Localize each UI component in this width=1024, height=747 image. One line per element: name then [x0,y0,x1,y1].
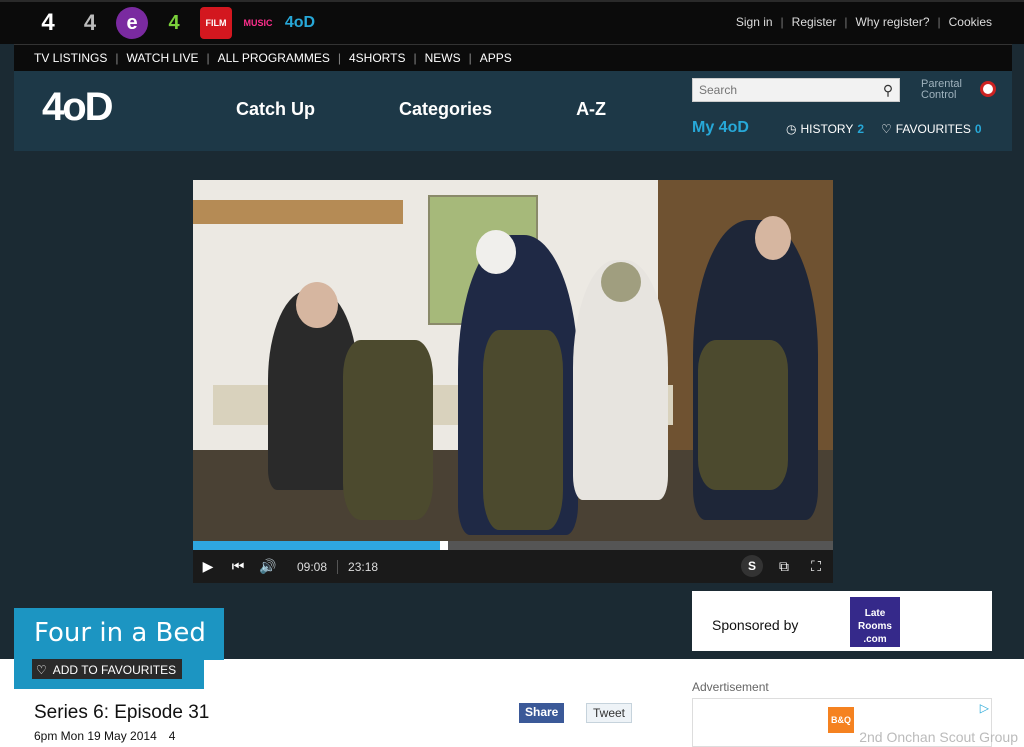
4od-logo[interactable]: 4oD [42,85,114,130]
progress-fill [193,541,444,550]
sponsor-label: Sponsored by [712,617,799,633]
tweet-button[interactable]: Tweet [586,703,633,723]
favourites-count: 0 [974,122,982,136]
popout-icon[interactable]: ⧉ [773,555,795,577]
scene-camo-jacket [483,330,563,530]
search-input[interactable] [693,83,877,97]
4od-header: 4oD Catch Up Categories A-Z ⚲ Parental C… [14,71,1012,151]
my-4od-link[interactable]: My 4oD [692,119,749,137]
film4-icon[interactable]: FILM [200,7,232,39]
divider: | [780,15,784,29]
air-date: 6pm Mon 19 May 2014 [34,729,157,743]
site-nav: TV LISTINGS | WATCH LIVE | ALL PROGRAMME… [14,44,1012,71]
sign-in-link[interactable]: Sign in [736,15,773,29]
scene-head [296,282,338,328]
programme-title: Four in a Bed [34,618,206,648]
play-icon[interactable]: ▶ [193,558,223,575]
parental-label-2: Control [921,89,957,101]
account-links: Sign in | Register | Why register? | Coo… [736,15,992,29]
main-nav: Catch Up Categories A-Z [236,99,606,120]
nav-tv-listings[interactable]: TV LISTINGS [34,51,107,65]
divider: | [413,51,417,65]
channel-list: 4 4 e 4 FILM MUSIC 4oD [32,7,316,39]
volume-icon[interactable]: 🔊 [253,558,283,575]
nav-4shorts[interactable]: 4SHORTS [349,51,405,65]
facebook-share-button[interactable]: Share [519,703,565,723]
scene-camo-jacket [343,340,433,520]
history-label: HISTORY [800,122,854,136]
e4-icon[interactable]: e [116,7,148,39]
subtitles-button[interactable]: S [741,555,763,577]
clock-icon: ◷ [786,122,797,136]
laterooms-line-3: .com [863,634,887,645]
adchoices-icon[interactable]: ▷ [980,701,989,715]
favourites-label: FAVOURITES [895,122,971,136]
player-controls: ▶ ⏮ 🔊 09:08 23:18 S ⧉ ⛶ [193,550,833,583]
episode-meta: 6pm Mon 19 May 2014 4 [34,729,175,743]
4seven-icon[interactable]: 4 [74,7,106,39]
duration: 23:18 [348,559,379,574]
cookies-link[interactable]: Cookies [949,15,992,29]
nav-categories[interactable]: Categories [399,99,492,120]
divider: | [937,15,941,29]
scene-coat-rack [193,200,403,224]
scene-head [601,262,641,302]
parental-control[interactable]: Parental Control [921,79,962,101]
nav-catch-up[interactable]: Catch Up [236,99,315,120]
favourites-link[interactable]: ♡ FAVOURITES 0 [881,122,982,136]
divider: | [206,51,210,65]
fullscreen-icon[interactable]: ⛶ [805,555,827,577]
channel-4-icon[interactable]: 4 [32,7,64,39]
register-link[interactable]: Register [792,15,837,29]
current-time: 09:08 [297,559,328,574]
more4-icon[interactable]: 4 [158,7,190,39]
divider: | [115,51,119,65]
laterooms-line-1: Late [864,608,886,619]
scene-camo-jacket [698,340,788,490]
programme-title-box: Four in a Bed [14,608,224,660]
divider: | [337,51,341,65]
history-count: 2 [857,122,865,136]
nav-watch-live[interactable]: WATCH LIVE [126,51,198,65]
4music-icon[interactable]: MUSIC [242,7,274,39]
why-register-link[interactable]: Why register? [855,15,929,29]
restart-icon[interactable]: ⏮ [223,558,253,575]
laterooms-logo[interactable]: Late Rooms .com [850,597,900,647]
scene-head [755,216,791,260]
divider [337,559,339,574]
add-to-favourites-button[interactable]: ♡ ADD TO FAVOURITES [32,659,183,679]
progress-bar[interactable] [193,541,833,550]
parental-lock-icon[interactable] [980,81,996,97]
divider: | [844,15,848,29]
nav-a-z[interactable]: A-Z [576,99,606,120]
add-fav-label: ADD TO FAVOURITES [52,663,177,677]
nav-apps[interactable]: APPS [480,51,512,65]
channel-4-icon: 4 [168,729,176,743]
search-box: ⚲ [692,78,900,102]
bq-logo[interactable]: B&Q [828,707,854,733]
video-frame[interactable] [193,180,833,541]
heart-icon: ♡ [881,122,892,136]
laterooms-line-2: Rooms [858,621,892,632]
nav-news[interactable]: NEWS [425,51,461,65]
search-icon[interactable]: ⚲ [877,82,899,99]
watermark: 2nd Onchan Scout Group [859,729,1018,745]
episode-title: Series 6: Episode 31 [34,702,210,723]
divider: | [468,51,472,65]
video-player[interactable]: ▶ ⏮ 🔊 09:08 23:18 S ⧉ ⛶ [193,180,833,583]
nav-all-programmes[interactable]: ALL PROGRAMMES [218,51,330,65]
advertisement-label: Advertisement [692,680,769,694]
scene-head [476,230,516,274]
heart-plus-icon: ♡ [36,663,47,677]
channel-bar: 4 4 e 4 FILM MUSIC 4oD Sign in | Registe… [0,0,1024,44]
history-link[interactable]: ◷ HISTORY 2 [786,122,864,136]
4od-icon[interactable]: 4oD [284,7,316,39]
sponsor-banner[interactable]: Sponsored by Late Rooms .com [692,591,992,651]
progress-handle[interactable] [439,541,448,550]
